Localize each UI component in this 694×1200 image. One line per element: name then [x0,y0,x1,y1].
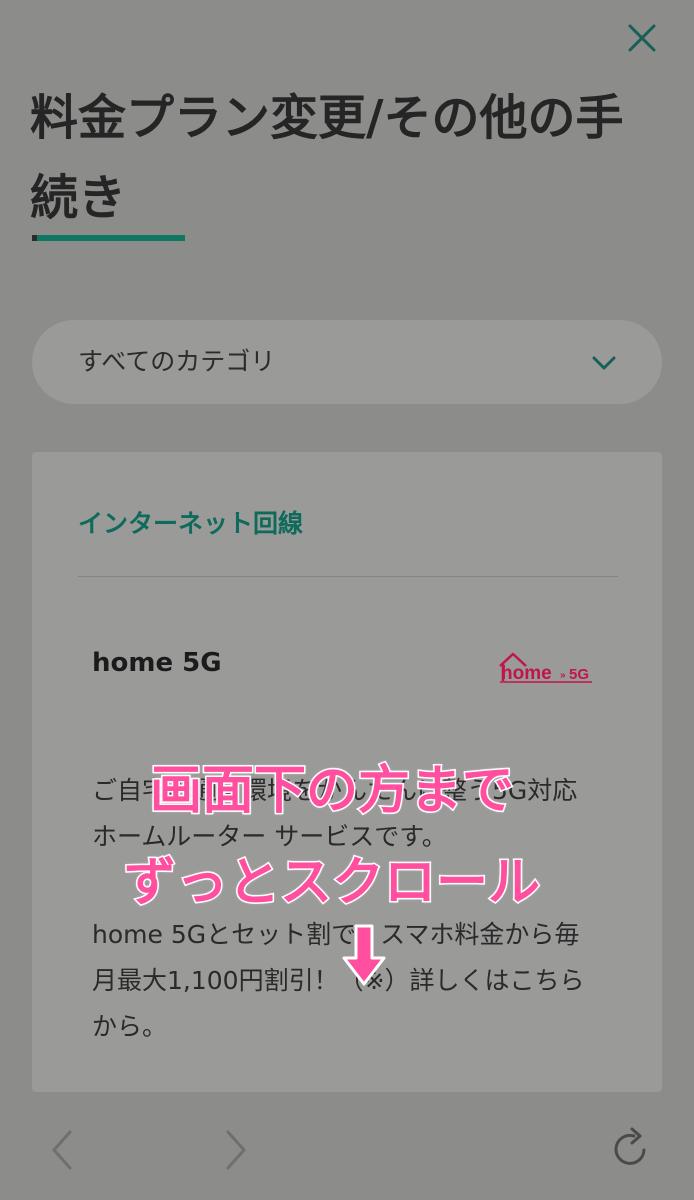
overlay-instruction-line1: 画面下の方まで [148,760,515,823]
chevron-right-icon[interactable] [218,1126,254,1174]
svg-text:»: » [560,670,566,681]
section-divider [78,576,618,577]
overlay-instruction-line2: ずっとスクロール [122,852,541,915]
svg-text:5G: 5G [569,666,589,683]
page-title: 料金プラン変更/その他の手続き [30,90,624,226]
category-select[interactable]: すべてのカテゴリ [32,320,662,404]
bottom-nav [0,1100,694,1200]
category-select-value: すべてのカテゴリ [78,347,276,376]
service-name[interactable]: home 5G [92,648,222,678]
arrow-down-icon [342,924,386,986]
home5g-logo: home » 5G [496,650,596,688]
svg-text:home: home [501,663,552,684]
chevron-left-icon[interactable] [44,1126,80,1174]
reload-icon[interactable] [610,1126,654,1174]
close-icon[interactable] [624,20,660,56]
chevron-down-icon [592,356,616,370]
title-underline [32,235,185,241]
section-heading: インターネット回線 [78,509,304,538]
